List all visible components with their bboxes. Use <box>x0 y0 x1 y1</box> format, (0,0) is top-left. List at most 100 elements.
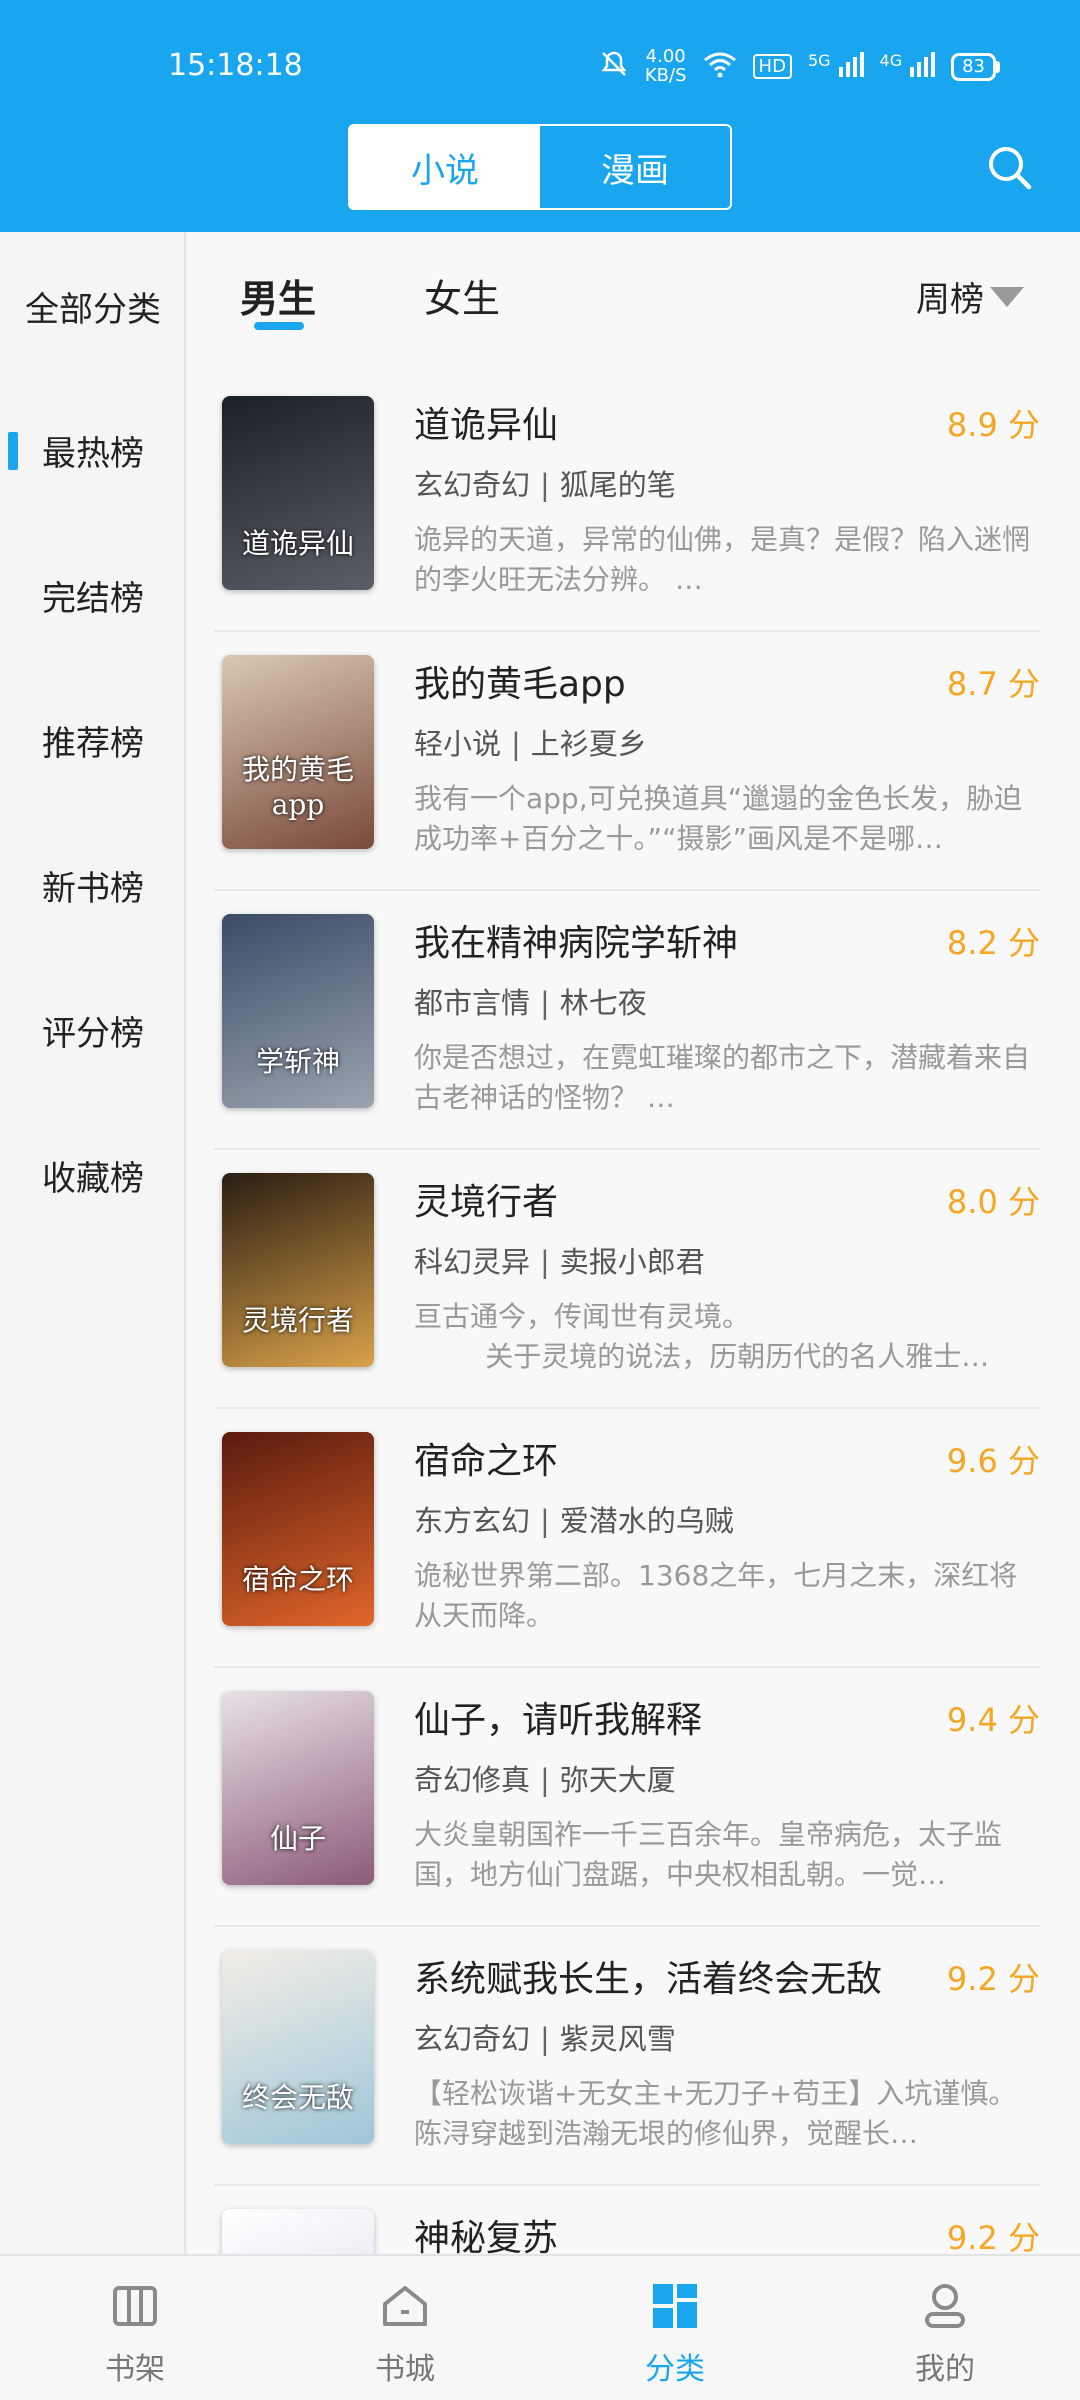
home-icon <box>383 2286 427 2326</box>
sidebar-item-finished[interactable]: 完结榜 <box>0 571 186 620</box>
tab-male[interactable]: 男生 <box>240 268 316 323</box>
book-author: 卖报小郎君 <box>559 1245 705 1279</box>
book-description: 大炎皇朝国祚一千三百余年。皇帝病危，太子监国，地方仙门盘踞，中央权相乱朝。一觉… <box>414 1818 1003 1891</box>
signal-5g-icon: 5G <box>808 51 864 83</box>
sidebar-item-favorites[interactable]: 收藏榜 <box>0 1151 186 1200</box>
search-icon[interactable] <box>986 144 1032 190</box>
book-author: 狐尾的笔 <box>559 468 676 502</box>
book-title: 宿命之环 <box>414 1441 559 1482</box>
book-cover: 我的黄毛app <box>222 655 374 849</box>
book-cover: 宿命之环 <box>222 1432 374 1626</box>
book-cover: 终会无敌 <box>222 1950 374 2144</box>
book-author: 弥天大厦 <box>559 1763 676 1797</box>
sidebar-title: 全部分类 <box>25 290 161 330</box>
battery-icon: 83 <box>951 52 1000 81</box>
cover-title: 仙子 <box>269 1822 326 1855</box>
book-author: 林七夜 <box>559 986 647 1020</box>
book-item[interactable]: 灵境行者 灵境行者 8.0 分科幻灵异 | 卖报小郎君 亘古通今，传闻世有灵境。 关于灵境… <box>214 1151 1040 1409</box>
tab-female[interactable]: 女生 <box>424 268 500 323</box>
book-description: 亘古通今，传闻世有灵境。 关于灵境的说法，历朝历代的名人雅士… <box>414 1300 990 1373</box>
meta-separator: | <box>540 1504 550 1538</box>
cover-title: 灵境行者 <box>241 1304 354 1337</box>
cover-title: 学斩神 <box>255 1045 340 1078</box>
book-cover: 仙子 <box>222 1691 374 1885</box>
bottom-nav: 书架 书城 分类 我的 <box>0 2254 1080 2400</box>
book-score: 9.2 分 <box>946 2219 1040 2254</box>
book-item[interactable]: 终会无敌 系统赋我长生，活着终会无敌 9.2 分玄幻奇幻 | 紫灵风雪 【轻松诙谐+无女主… <box>214 1928 1040 2186</box>
dropdown-arrow-icon <box>990 286 1024 307</box>
meta-separator: | <box>540 1763 550 1797</box>
sidebar-item-recommend[interactable]: 推荐榜 <box>0 716 186 765</box>
book-description: 诡异的天道，异常的仙佛，是真？是假？陷入迷惘的李火旺无法分辨。 … <box>414 523 1031 596</box>
book-description: 诡秘世界第二部。1368之年，七月之末，深红将从天而降。 <box>414 1559 1018 1632</box>
signal-4g-icon: 4G <box>880 51 936 83</box>
cover-title: 我的黄毛app <box>241 753 354 821</box>
book-title: 神秘复苏 <box>414 2218 559 2254</box>
book-description: 我有一个app,可兑换道具“邋遢的金色长发，胁迫成功率+百分之十。”“摄影”画风… <box>414 782 1023 855</box>
book-title: 我在精神病院学斩神 <box>414 923 739 964</box>
nav-bookshelf-label: 书架 <box>105 2352 165 2387</box>
sidebar-item-hot[interactable]: 最热榜 <box>0 426 186 475</box>
signal-4g-label: 4G <box>879 50 903 70</box>
bookshelf-icon <box>113 2286 157 2326</box>
book-meta: 轻小说 | 上衫夏乡 <box>414 721 647 763</box>
book-cover: 恐 <box>222 2209 374 2254</box>
mute-icon <box>599 49 629 84</box>
user-icon <box>925 2284 965 2328</box>
book-score: 8.7 分 <box>946 665 1040 703</box>
period-dropdown[interactable]: 周榜 <box>916 272 1024 321</box>
book-meta: 都市言情 | 林七夜 <box>414 980 647 1022</box>
book-item[interactable]: 仙子 仙子，请听我解释 9.4 分奇幻修真 | 弥天大厦 大炎皇朝国祚一千三百余年。皇帝病… <box>214 1669 1040 1927</box>
book-description: 【轻松诙谐+无女主+无刀子+苟王】入坑谨慎。陈浔穿越到浩瀚无垠的修仙界，觉醒长… <box>414 2077 1017 2150</box>
book-description: 你是否想过，在霓虹璀璨的都市之下，潜藏着来自古老神话的怪物？ … <box>414 1041 1031 1114</box>
book-score: 9.6 分 <box>946 1442 1040 1480</box>
nav-category[interactable]: 分类 <box>540 2256 810 2400</box>
meta-separator: | <box>540 2022 550 2056</box>
tab-underline <box>254 322 304 330</box>
book-title: 道诡异仙 <box>414 405 559 446</box>
content-type-switch: 小说 漫画 <box>348 124 732 210</box>
status-time: 15:18:18 <box>168 48 303 83</box>
status-icons: 4.00 KB/S HD 5G 4G 83 <box>599 47 1000 86</box>
book-item[interactable]: 宿命之环 宿命之环 9.6 分东方玄幻 | 爱潜水的乌贼 诡秘世界第二部。1368之年，七… <box>214 1410 1040 1668</box>
category-icon <box>653 2284 697 2328</box>
meta-separator: | <box>540 1245 550 1279</box>
cover-title: 宿命之环 <box>241 1563 354 1596</box>
book-category: 玄幻奇幻 <box>414 2022 531 2056</box>
tab-novel[interactable]: 小说 <box>350 126 540 208</box>
book-category: 东方玄幻 <box>414 1504 531 1538</box>
signal-5g-label: 5G <box>807 50 831 70</box>
battery-level: 83 <box>951 52 996 81</box>
book-meta: 科幻灵异 | 卖报小郎君 <box>414 1239 705 1281</box>
book-meta: 玄幻奇幻 | 紫灵风雪 <box>414 2016 676 2058</box>
book-score: 8.9 分 <box>946 406 1040 444</box>
meta-separator: | <box>511 727 521 761</box>
book-category: 科幻灵异 <box>414 1245 531 1279</box>
book-cover: 学斩神 <box>222 914 374 1108</box>
book-item[interactable]: 学斩神 我在精神病院学斩神 8.2 分都市言情 | 林七夜你是否想过，在霓虹璀璨的都市之… <box>214 892 1040 1150</box>
book-item[interactable]: 道诡异仙 道诡异仙 8.9 分玄幻奇幻 | 狐尾的笔诡异的天道，异常的仙佛，是真？是假？… <box>214 374 1040 632</box>
cover-title: 终会无敌 <box>241 2081 354 2114</box>
book-author: 上衫夏乡 <box>530 727 647 761</box>
book-title: 系统赋我长生，活着终会无敌 <box>414 1959 883 2000</box>
book-category: 都市言情 <box>414 986 531 1020</box>
net-speed: 4.00 KB/S <box>645 47 687 86</box>
wifi-icon <box>703 50 737 84</box>
book-author: 爱潜水的乌贼 <box>559 1504 734 1538</box>
book-score: 8.0 分 <box>946 1183 1040 1221</box>
book-category: 玄幻奇幻 <box>414 468 531 502</box>
book-cover: 道诡异仙 <box>222 396 374 590</box>
tab-comic[interactable]: 漫画 <box>540 126 730 208</box>
book-meta: 东方玄幻 | 爱潜水的乌贼 <box>414 1498 734 1540</box>
nav-mine[interactable]: 我的 <box>810 2256 1080 2400</box>
sidebar-item-new[interactable]: 新书榜 <box>0 861 186 910</box>
sidebar-item-rating[interactable]: 评分榜 <box>0 1006 186 1055</box>
book-item[interactable]: 我的黄毛app 我的黄毛app 8.7 分轻小说 | 上衫夏乡 我有一个app,可兑换道具… <box>214 633 1040 891</box>
nav-bookstore[interactable]: 书城 <box>270 2256 540 2400</box>
nav-bookshelf[interactable]: 书架 <box>0 2256 270 2400</box>
meta-separator: | <box>540 468 550 502</box>
nav-bookstore-label: 书城 <box>375 2352 435 2387</box>
book-item[interactable]: 恐 神秘复苏 9.2 分 <box>214 2187 1040 2254</box>
book-cover: 灵境行者 <box>222 1173 374 1367</box>
book-score: 8.2 分 <box>946 924 1040 962</box>
